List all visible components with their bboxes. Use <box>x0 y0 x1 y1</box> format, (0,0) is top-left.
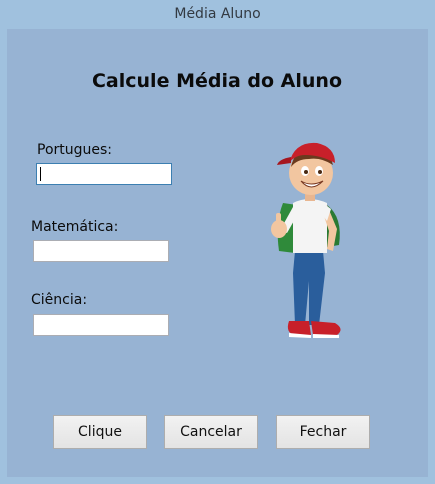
form-client-area: Calcule Média do Aluno Portugues: Matemá… <box>7 29 428 477</box>
ciencia-input[interactable] <box>33 314 169 336</box>
title-bar[interactable]: Média Aluno <box>0 0 435 29</box>
cancelar-button[interactable]: Cancelar <box>164 415 258 449</box>
app-window: Média Aluno Calcule Média do Aluno Portu… <box>0 0 435 484</box>
text-caret <box>40 167 41 181</box>
portugues-label: Portugues: <box>37 142 113 158</box>
clique-button[interactable]: Clique <box>53 415 147 449</box>
portugues-input[interactable] <box>36 163 172 185</box>
fechar-button[interactable]: Fechar <box>276 415 370 449</box>
window-title: Média Aluno <box>174 6 261 22</box>
student-thumbs-up-illustration <box>271 142 341 338</box>
form-heading: Calcule Média do Aluno <box>91 70 342 92</box>
matematica-input[interactable] <box>33 240 169 262</box>
ciencia-label: Ciência: <box>31 292 88 308</box>
matematica-label: Matemática: <box>31 219 119 235</box>
